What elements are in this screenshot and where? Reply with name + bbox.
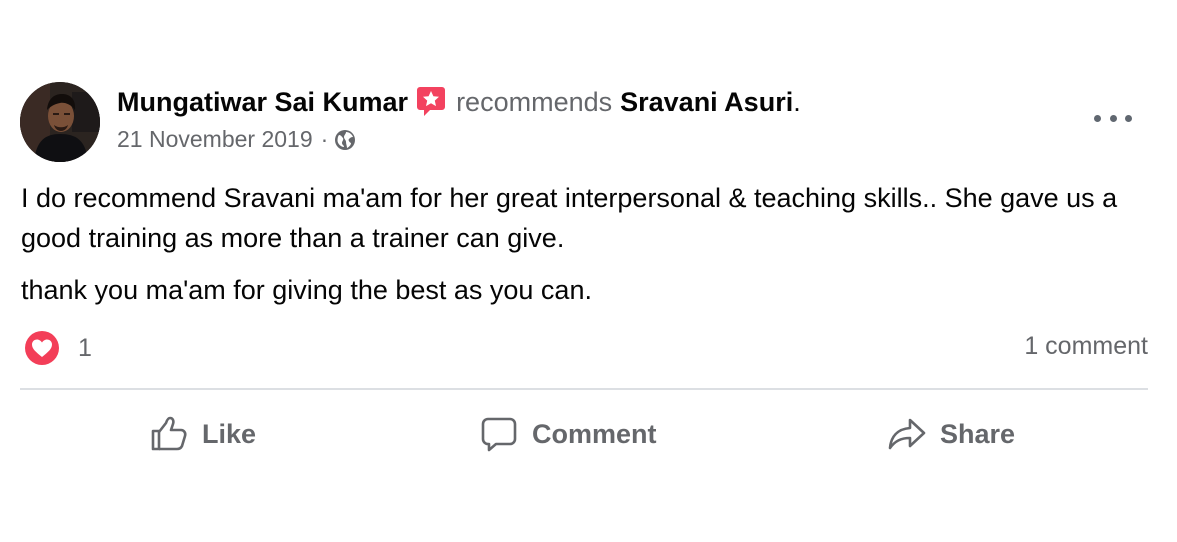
share-label: Share (940, 418, 1016, 449)
reaction-count: 1 (78, 333, 92, 362)
comment-bubble-icon (481, 417, 517, 452)
post-paragraph: I do recommend Sravani ma'am for her gre… (21, 183, 1118, 253)
meta-separator: · (320, 126, 329, 152)
divider (20, 388, 1148, 390)
share-arrow-icon (888, 418, 926, 450)
reactions-summary[interactable]: 1 (24, 330, 92, 366)
like-button[interactable]: Like (20, 406, 480, 462)
avatar-photo (20, 82, 100, 162)
globe-icon[interactable] (334, 128, 356, 150)
comment-label: Comment (532, 418, 657, 449)
post-paragraph: thank you ma'am for giving the best as y… (21, 275, 592, 305)
post-body: I do recommend Sravani ma'am for her gre… (21, 178, 1161, 310)
more-dot-icon (1125, 114, 1132, 122)
share-button[interactable]: Share (888, 406, 1148, 462)
comment-button[interactable]: Comment (480, 406, 888, 462)
author-avatar[interactable] (20, 82, 100, 162)
post-meta: 21 November 2019 · (117, 124, 356, 154)
recipient-name[interactable]: Sravani Asuri (620, 84, 793, 120)
recommends-verb: recommends (456, 87, 613, 117)
love-icon (24, 330, 60, 366)
post-header: Mungatiwar Sai Kumar recommends Sravani … (117, 84, 801, 120)
action-bar: Like Comment Share (20, 406, 1148, 462)
recommend-star-icon (416, 85, 446, 119)
like-label: Like (202, 418, 257, 449)
recommendation-post: Mungatiwar Sai Kumar recommends Sravani … (0, 66, 1168, 470)
post-date[interactable]: 21 November 2019 (117, 124, 313, 154)
comments-count-link[interactable]: 1 comment (1024, 332, 1148, 361)
more-dot-icon (1094, 114, 1101, 122)
author-name[interactable]: Mungatiwar Sai Kumar (117, 84, 408, 120)
more-dot-icon (1109, 114, 1117, 122)
thumbs-up-icon (151, 416, 187, 451)
recipient-suffix: . (793, 87, 801, 117)
more-options-button[interactable] (1094, 106, 1132, 130)
